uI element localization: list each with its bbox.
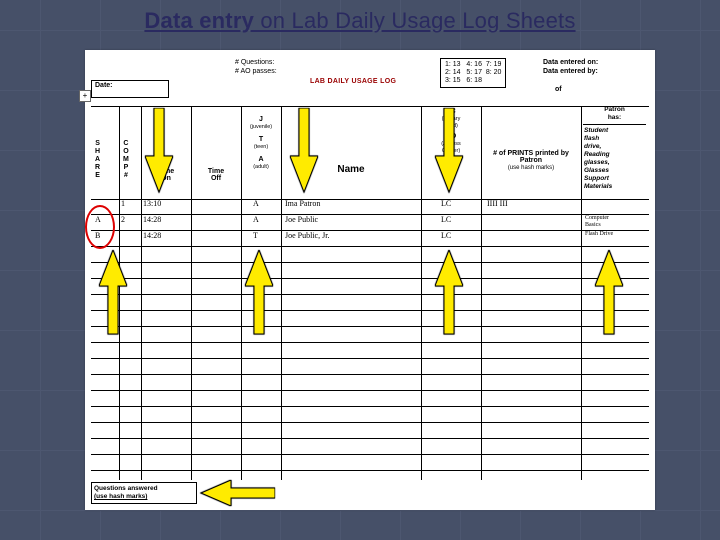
question-counts: # Questions: # AO passes:: [235, 58, 277, 76]
table-row: [91, 342, 649, 359]
footer-questions-box: Questions answered (use hash marks): [91, 482, 197, 504]
cell-time-on: 14:28: [143, 231, 161, 240]
table-row: [91, 278, 649, 295]
entered-block: Data entered on: Data entered by:: [543, 58, 598, 76]
cell-name: Ima Patron: [285, 199, 320, 208]
page-of: of: [555, 86, 562, 93]
cell-name: Joe Public, Jr.: [285, 231, 329, 240]
q-line2: # AO passes:: [235, 67, 277, 76]
cell-time-on: 13:10: [143, 199, 161, 208]
cell-time-on: 14:28: [143, 215, 161, 224]
cell-jta: A: [253, 215, 259, 224]
form-title: LAB DAILY USAGE LOG: [310, 78, 396, 85]
cell-jta: T: [253, 231, 258, 240]
footer-line2: (use hash marks): [94, 493, 194, 501]
cell-lc: LC: [441, 215, 451, 224]
arrow-down-icon: [290, 108, 318, 196]
arrow-up-icon: [245, 250, 273, 338]
col-share: SHARE: [95, 140, 100, 180]
table-row: 1 13:10 A Ima Patron LC IIII III: [91, 198, 649, 215]
arrow-up-icon: [99, 250, 127, 338]
col-jta: J (juvenile) T (teen) A (adult): [243, 116, 279, 170]
date-field-label: Date:: [91, 80, 169, 98]
cell-lc: LC: [441, 199, 451, 208]
table-row: [91, 438, 649, 455]
cell-jta: A: [253, 199, 259, 208]
table-row: A 2 14:28 A Joe Public LC Computer Basic…: [91, 214, 649, 231]
footer-line1: Questions answered: [94, 485, 194, 493]
table-row: [91, 422, 649, 439]
col-time-off: Time Off: [193, 168, 239, 182]
arrow-left-icon: [197, 480, 275, 506]
cell-name: Joe Public: [285, 215, 318, 224]
arrow-down-icon: [435, 108, 463, 196]
table-row: [91, 246, 649, 263]
entered-on: Data entered on:: [543, 58, 598, 67]
cell-comp: 1: [121, 199, 125, 208]
data-rows: 1 13:10 A Ima Patron LC IIII III A 2 14:…: [91, 198, 649, 480]
highlight-circle-icon: [85, 205, 115, 249]
table-row: [91, 294, 649, 311]
table-row: [91, 326, 649, 343]
table-row: [91, 310, 649, 327]
q-line1: # Questions:: [235, 58, 277, 67]
arrow-down-icon: [145, 108, 173, 196]
table-row: [91, 358, 649, 375]
entered-by: Data entered by:: [543, 67, 598, 76]
table-row: [91, 374, 649, 391]
table-row: [91, 262, 649, 279]
col-comp: COMP#: [123, 140, 129, 180]
cell-lc: LC: [441, 231, 451, 240]
cell-patron: Computer Basics: [585, 215, 609, 229]
table-row: B 14:28 T Joe Public, Jr. LC Flash Drive: [91, 230, 649, 247]
title-rest: on Lab Daily Usage Log Sheets: [254, 8, 576, 33]
cell-patron: Flash Drive: [585, 231, 613, 237]
cell-prints: IIII III: [487, 199, 508, 208]
col-prints: # of PRINTS printed by Patron (use hash …: [483, 150, 579, 171]
sheet-header: Date: # Questions: # AO passes: LAB DAIL…: [85, 58, 655, 98]
table-row: [91, 406, 649, 423]
table-row: [91, 390, 649, 407]
log-sheet: + Date: # Questions: # AO passes: LAB DA…: [85, 50, 655, 510]
col-patron-has: Patron has: Student flash drive, Reading…: [583, 106, 646, 193]
slide-title: Data entry on Lab Daily Usage Log Sheets: [0, 8, 720, 34]
arrow-up-icon: [435, 250, 463, 338]
table-row: [91, 454, 649, 471]
number-grid: 1: 13 4: 16 7: 19 2: 14 5: 17 8: 20 3: 1…: [440, 58, 506, 88]
arrow-up-icon: [595, 250, 623, 338]
cell-comp: 2: [121, 215, 125, 224]
title-bold: Data entry: [144, 8, 254, 33]
